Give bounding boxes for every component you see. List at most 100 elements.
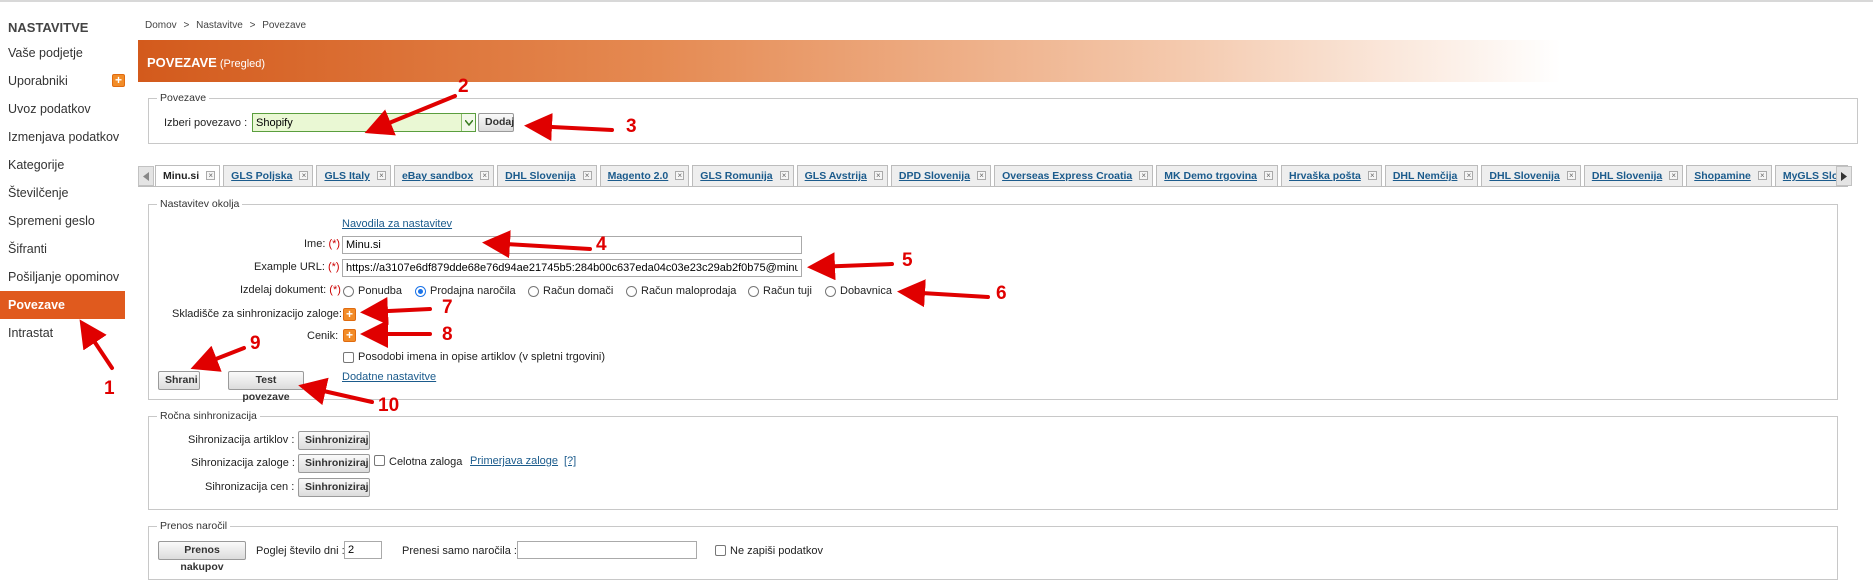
tab-connection[interactable]: Shopamine × — [1686, 165, 1772, 186]
page-title: POVEZAVE (Pregled) — [147, 55, 265, 70]
tab-close-icon[interactable]: × — [873, 171, 883, 180]
sync-prices-button[interactable]: Sinhroniziraj — [298, 478, 370, 497]
tab-close-icon[interactable]: × — [480, 171, 490, 180]
no-write-checkbox[interactable] — [715, 545, 726, 556]
tab-close-icon[interactable]: × — [1367, 171, 1377, 180]
tab-close-icon[interactable]: × — [1264, 171, 1274, 180]
update-names-checkbox[interactable] — [343, 352, 354, 363]
tab-connection[interactable]: GLS Italy × — [316, 165, 391, 186]
tab-connection[interactable]: GLS Avstrija × — [796, 165, 888, 186]
tab-label: GLS Romunija — [700, 170, 773, 182]
radio-racun-maloprodaja[interactable] — [626, 286, 637, 297]
help-link[interactable]: [?] — [564, 455, 576, 467]
sync-articles-button[interactable]: Sinhroniziraj — [298, 431, 370, 450]
compare-stock-link[interactable]: Primerjava zaloge — [470, 455, 558, 467]
tab-connection[interactable]: GLS Poljska × — [223, 165, 314, 186]
tab-close-icon[interactable]: × — [675, 171, 685, 180]
sidebar-item-connections[interactable]: Povezave — [0, 291, 125, 319]
add-pricelist-plus-icon[interactable]: + — [343, 329, 356, 342]
radio-racun-domaci[interactable] — [528, 286, 539, 297]
breadcrumb-home[interactable]: Domov — [145, 20, 177, 31]
tab-close-icon[interactable]: × — [1566, 171, 1576, 180]
name-label-text: Ime: — [304, 238, 326, 250]
tab-close-icon[interactable]: × — [1139, 171, 1149, 180]
connection-combobox[interactable] — [252, 113, 476, 132]
tab-connection[interactable]: DHL Slovenija × — [497, 165, 597, 186]
test-connection-button[interactable]: Test povezave — [228, 371, 304, 403]
annotation-number-6: 6 — [996, 283, 1007, 304]
tab-label: GLS Italy — [324, 170, 370, 182]
tab-connection[interactable]: DHL Slovenija × — [1481, 165, 1581, 186]
name-input[interactable] — [342, 236, 802, 254]
tab-close-icon[interactable]: × — [1757, 171, 1767, 180]
sidebar-item-exchange[interactable]: Izmenjava podatkov — [0, 123, 125, 151]
sidebar-item-users[interactable]: Uporabniki + — [0, 67, 125, 95]
tab-connection[interactable]: DHL Slovenija × — [1583, 165, 1684, 186]
radio-ponudba[interactable] — [343, 286, 354, 297]
tab-close-icon[interactable]: × — [299, 171, 309, 180]
only-orders-input[interactable] — [517, 541, 697, 559]
name-label: Ime: (*) — [304, 238, 340, 250]
extra-settings-link[interactable]: Dodatne nastavitve — [342, 371, 436, 383]
manual-sync-legend: Ročna sinhronizacija — [160, 410, 257, 422]
tab-close-icon[interactable]: × — [376, 171, 386, 180]
tab-close-icon[interactable]: × — [1669, 171, 1679, 180]
orders-legend: Prenos naročil — [160, 520, 228, 532]
sidebar-item-reminders[interactable]: Pošiljanje opominov — [0, 263, 125, 291]
breadcrumb-separator: > — [249, 20, 256, 31]
tab-connection[interactable]: Hrvaška pošta × — [1281, 165, 1382, 186]
tab-connection[interactable]: Overseas Express Croatia × — [994, 165, 1154, 186]
tab-label: Minu.si — [163, 170, 200, 182]
update-names-label: Posodobi imena in opise artiklov (v sple… — [358, 351, 606, 363]
tab-close-icon[interactable]: × — [206, 171, 216, 180]
tab-close-icon[interactable]: × — [779, 171, 789, 180]
connection-input[interactable] — [253, 114, 461, 131]
transfer-purchases-button[interactable]: Prenos nakupov — [158, 541, 246, 573]
sidebar-item-categories[interactable]: Kategorije — [0, 151, 125, 179]
sidebar-item-password[interactable]: Spremeni geslo — [0, 207, 125, 235]
sidebar-item-numbering[interactable]: Številčenje — [0, 179, 125, 207]
select-connection-label: Izberi povezavo : — [164, 117, 248, 129]
days-input[interactable] — [344, 541, 382, 559]
tab-close-icon[interactable]: × — [1464, 171, 1474, 180]
tab-connection[interactable]: Minu.si × — [155, 165, 221, 186]
tab-connection[interactable]: MK Demo trgovina × — [1156, 165, 1279, 186]
sync-prices-label: Sihronizacija cen : — [205, 481, 295, 493]
sidebar-item-codelists[interactable]: Šifranti — [0, 235, 125, 263]
instructions-link[interactable]: Navodila za nastavitev — [342, 218, 452, 230]
url-input[interactable] — [342, 259, 802, 277]
sidebar-item-import[interactable]: Uvoz podatkov — [0, 95, 125, 123]
sync-stock-button[interactable]: Sinhroniziraj — [298, 454, 370, 473]
sidebar-item-company[interactable]: Vaše podjetje — [0, 39, 125, 67]
connection-tabs: Minu.si × GLS Poljska × GLS Italy × eBay sandb… — [138, 165, 1848, 187]
radio-racun-tuji[interactable] — [748, 286, 759, 297]
breadcrumb-settings[interactable]: Nastavitve — [196, 20, 243, 31]
add-user-plus-icon[interactable]: + — [112, 74, 125, 87]
add-connection-button[interactable]: Dodaj — [478, 113, 514, 132]
annotation-number-8: 8 — [442, 324, 453, 345]
tab-label: eBay sandbox — [401, 170, 474, 182]
document-label: Izdelaj dokument: (*) — [240, 284, 341, 296]
full-stock-checkbox[interactable] — [374, 455, 385, 466]
tab-connection[interactable]: DPD Slovenija × — [890, 165, 992, 186]
radio-dobavnica[interactable] — [825, 286, 836, 297]
combo-dropdown-button[interactable] — [461, 114, 475, 131]
sidebar-item-intrastat[interactable]: Intrastat — [0, 319, 125, 347]
tab-row: Minu.si × GLS Poljska × GLS Italy × eBay sandb… — [155, 165, 1848, 186]
tab-close-icon[interactable]: × — [582, 171, 592, 180]
tabs-scroll-right-button[interactable] — [1836, 166, 1852, 186]
radio-prodajna-narocila[interactable] — [415, 286, 426, 297]
tab-connection[interactable]: DHL Nemčija × — [1384, 165, 1479, 186]
tab-connection[interactable]: eBay sandbox × — [393, 165, 495, 186]
tab-label: Overseas Express Croatia — [1002, 170, 1133, 182]
environment-legend: Nastavitev okolja — [160, 198, 240, 210]
save-button[interactable]: Shrani — [158, 371, 200, 390]
tab-close-icon[interactable]: × — [977, 171, 987, 180]
tab-connection[interactable]: Magento 2.0 × — [599, 165, 690, 186]
breadcrumb-separator: > — [183, 20, 190, 31]
add-warehouse-plus-icon[interactable]: + — [343, 308, 356, 321]
tab-connection[interactable]: GLS Romunija × — [692, 165, 794, 186]
annotation-number-9: 9 — [250, 333, 261, 354]
sidebar-title: NASTAVITVE — [8, 20, 89, 35]
radio-racun-domaci-label: Račun domači — [543, 285, 614, 297]
